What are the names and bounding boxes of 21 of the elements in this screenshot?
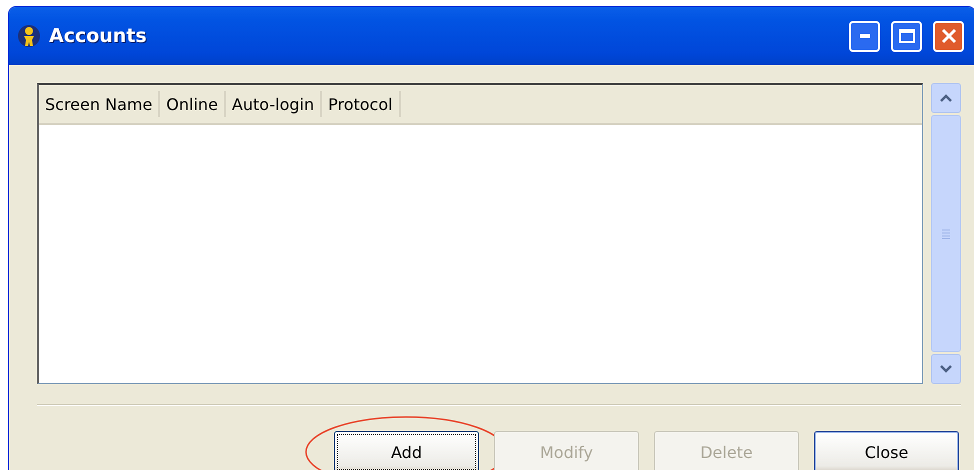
chevron-up-icon bbox=[940, 94, 952, 102]
scrollbar-thumb[interactable] bbox=[931, 115, 961, 352]
minimize-button[interactable] bbox=[849, 20, 880, 52]
chevron-down-icon bbox=[940, 365, 952, 373]
maximize-icon bbox=[898, 29, 914, 43]
dialog-button[interactable]: Add bbox=[334, 431, 479, 470]
column-header[interactable]: Online bbox=[160, 91, 226, 117]
window-title: Accounts bbox=[49, 25, 148, 47]
scroll-down-button[interactable] bbox=[931, 354, 961, 384]
minimize-icon bbox=[860, 34, 870, 38]
close-icon bbox=[940, 28, 956, 44]
column-header[interactable]: Auto-login bbox=[226, 91, 322, 117]
column-header[interactable]: Protocol bbox=[322, 91, 401, 117]
scroll-up-button[interactable] bbox=[931, 83, 961, 113]
maximize-button[interactable] bbox=[891, 20, 922, 52]
buddy-icon bbox=[17, 23, 41, 49]
accounts-list[interactable]: Screen Name Online Auto-login Protocol bbox=[37, 83, 923, 384]
close-window-button[interactable] bbox=[933, 20, 964, 52]
column-header[interactable]: Screen Name bbox=[39, 91, 160, 117]
grip-icon bbox=[941, 228, 951, 238]
dialog-button[interactable]: Close bbox=[814, 431, 959, 470]
